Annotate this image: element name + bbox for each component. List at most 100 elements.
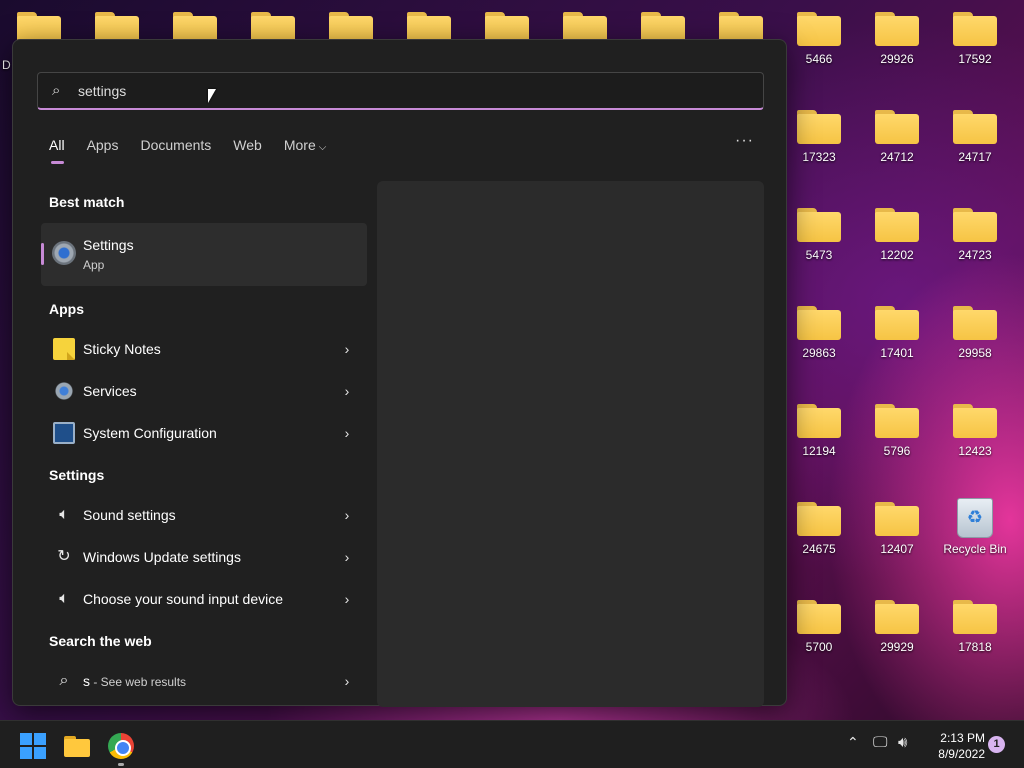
desktop-folder[interactable]: 12194 (783, 404, 855, 458)
folder-icon (797, 306, 841, 340)
desktop-folder[interactable]: 17592 (939, 12, 1011, 66)
desktop-folder[interactable]: 5473 (783, 208, 855, 262)
tab-more[interactable]: More ⌵ (284, 137, 327, 153)
folder-icon (875, 502, 919, 536)
settings-gear-icon (52, 241, 76, 265)
services-gear-icon (53, 380, 75, 402)
system-configuration-icon (53, 422, 75, 444)
desktop-folder[interactable]: 17323 (783, 110, 855, 164)
chevron-right-icon[interactable]: › (335, 341, 359, 357)
desktop-folder[interactable]: 12407 (861, 502, 933, 556)
desktop-folder-label: 12407 (880, 542, 914, 556)
chevron-right-icon[interactable]: › (335, 383, 359, 399)
tab-all[interactable]: All (49, 137, 65, 164)
chevron-right-icon[interactable]: › (335, 673, 359, 689)
notification-badge[interactable]: 1 (988, 736, 1005, 753)
folder-icon (953, 110, 997, 144)
chevron-down-icon: ⌵ (318, 142, 327, 153)
preview-pane (377, 181, 764, 707)
clock-date: 8/9/2022 (938, 747, 985, 761)
desktop-folder[interactable]: 24717 (939, 110, 1011, 164)
tab-documents[interactable]: Documents (140, 137, 211, 153)
desktop-folder-label: 29958 (958, 346, 992, 360)
desktop-folder-label: 17401 (880, 346, 914, 360)
chevron-right-icon[interactable]: › (335, 425, 359, 441)
desktop-folder-label: 12202 (880, 248, 914, 262)
desktop-folder-label: 17323 (802, 150, 836, 164)
desktop-folder[interactable]: 29929 (861, 600, 933, 654)
best-match-title: Settings (83, 237, 134, 253)
desktop-folder-label: 24723 (958, 248, 992, 262)
app-item-label: System Configuration (83, 425, 217, 441)
desktop-folder[interactable]: 5700 (783, 600, 855, 654)
best-match-settings[interactable]: Settings App (41, 223, 367, 286)
desktop-folder[interactable]: 29863 (783, 306, 855, 360)
folder-icon (953, 404, 997, 438)
desktop-folder[interactable]: 12423 (939, 404, 1011, 458)
settings-item-sound-input[interactable]: 🔈︎ Choose your sound input device › (41, 580, 367, 618)
chevron-right-icon[interactable]: › (335, 591, 359, 607)
web-query: s (83, 673, 90, 689)
web-result-item[interactable]: ⌕ s - See web results › (41, 662, 367, 700)
tab-web[interactable]: Web (233, 137, 262, 153)
settings-item-sound[interactable]: 🔈︎ Sound settings › (41, 496, 367, 534)
search-icon: ⌕ (52, 82, 61, 99)
volume-icon[interactable]: 🔊︎ (898, 734, 907, 751)
desktop-folder[interactable]: 29958 (939, 306, 1011, 360)
search-web-heading: Search the web (49, 633, 152, 649)
tab-more-label: More (283, 137, 316, 153)
desktop-folder[interactable]: 24712 (861, 110, 933, 164)
desktop-folder-label: 12423 (958, 444, 992, 458)
web-suffix: - See web results (90, 675, 187, 689)
search-input[interactable]: ⌕ settings (37, 72, 764, 110)
network-icon[interactable]: 🖵︎ (873, 734, 887, 751)
start-icon[interactable] (20, 733, 46, 759)
desktop-folder[interactable]: 5466 (783, 12, 855, 66)
desktop-folder[interactable]: 12202 (861, 208, 933, 262)
folder-icon (875, 600, 919, 634)
app-item-system-configuration[interactable]: System Configuration › (41, 414, 367, 452)
desktop-folder-label: 24712 (880, 150, 914, 164)
desktop-folder-label: 29863 (802, 346, 836, 360)
desktop-folder-label: 5700 (805, 640, 833, 654)
folder-icon (953, 208, 997, 242)
desktop-folder-label: 5796 (883, 444, 911, 458)
recycle-bin-label: Recycle Bin (943, 542, 1007, 556)
taskbar: ⌃ 🖵︎ 🔊︎ 2:13 PM 8/9/2022 1 (0, 720, 1024, 768)
file-explorer-icon[interactable] (64, 733, 90, 759)
desktop-folder-label: 17592 (958, 52, 992, 66)
recycle-bin[interactable]: Recycle Bin (939, 498, 1011, 556)
folder-icon (875, 110, 919, 144)
desktop-folder[interactable]: 17401 (861, 306, 933, 360)
folder-icon (875, 306, 919, 340)
chevron-right-icon[interactable]: › (335, 507, 359, 523)
mouse-cursor-icon (208, 89, 216, 103)
folder-icon (875, 12, 919, 46)
chevron-right-icon[interactable]: › (335, 549, 359, 565)
folder-icon (953, 600, 997, 634)
desktop-folder-label: 29926 (880, 52, 914, 66)
desktop-folder-label: 5466 (805, 52, 833, 66)
app-item-sticky-notes[interactable]: Sticky Notes › (41, 330, 367, 368)
taskbar-clock[interactable]: 2:13 PM 8/9/2022 (930, 730, 985, 762)
desktop-folder[interactable]: 5796 (861, 404, 933, 458)
tab-apps[interactable]: Apps (87, 137, 119, 153)
more-options-button[interactable]: ··· (735, 132, 754, 150)
folder-icon (797, 208, 841, 242)
settings-item-windows-update[interactable]: ↻ Windows Update settings › (41, 538, 367, 576)
desktop-folder[interactable]: 17818 (939, 600, 1011, 654)
desktop-folder-label: 29929 (880, 640, 914, 654)
desktop-folder[interactable]: 29926 (861, 12, 933, 66)
best-match-heading: Best match (49, 194, 125, 210)
app-item-label: Services (83, 383, 137, 399)
show-hidden-icons-icon[interactable]: ⌃ (847, 734, 859, 751)
desktop-folder[interactable]: 24723 (939, 208, 1011, 262)
filter-tabs: All Apps Documents Web More ⌵ (49, 137, 327, 164)
app-item-services[interactable]: Services › (41, 372, 367, 410)
desktop-folder[interactable]: 24675 (783, 502, 855, 556)
folder-icon (875, 208, 919, 242)
app-item-label: Sticky Notes (83, 341, 161, 357)
settings-item-label: Windows Update settings (83, 549, 241, 565)
chrome-icon[interactable] (108, 733, 134, 759)
desktop-folder-label: 5473 (805, 248, 833, 262)
